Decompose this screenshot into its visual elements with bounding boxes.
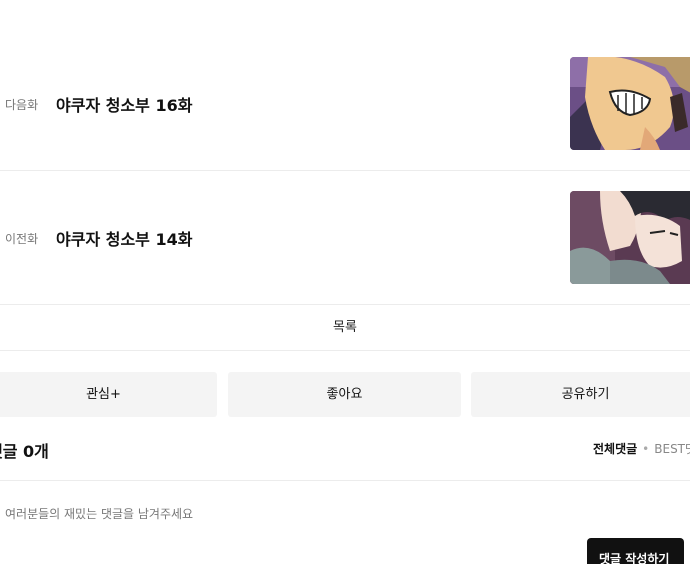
- next-episode-tag: 다음화: [5, 98, 39, 112]
- comment-input[interactable]: [5, 507, 565, 521]
- like-button[interactable]: 좋아요: [228, 372, 461, 417]
- next-episode-row[interactable]: 다음화 야쿠자 청소부 16화: [0, 37, 690, 171]
- share-button[interactable]: 공유하기: [471, 372, 690, 417]
- sort-best-comments-tab[interactable]: BEST댓글: [654, 442, 690, 456]
- comment-divider: [0, 480, 690, 481]
- next-episode-thumbnail[interactable]: [570, 57, 690, 150]
- list-button[interactable]: 목록: [0, 305, 690, 351]
- next-episode-title[interactable]: 야쿠자 청소부 16화: [56, 92, 192, 116]
- prev-episode-row[interactable]: 이전화 야쿠자 청소부 14화: [0, 171, 690, 305]
- submit-comment-button[interactable]: 댓글 작성하기: [587, 538, 684, 564]
- sort-separator: •: [642, 442, 650, 456]
- sort-all-comments-tab[interactable]: 전체댓글: [593, 442, 637, 456]
- prev-episode-tag: 이전화: [5, 232, 39, 246]
- prev-episode-thumbnail[interactable]: [570, 191, 690, 284]
- prev-episode-title[interactable]: 야쿠자 청소부 14화: [56, 226, 192, 250]
- comment-count-header: 댓글 0개: [0, 442, 49, 461]
- favorite-button[interactable]: 관심+: [0, 372, 217, 417]
- comment-sort-tabs: 전체댓글 • BEST댓글: [593, 440, 690, 457]
